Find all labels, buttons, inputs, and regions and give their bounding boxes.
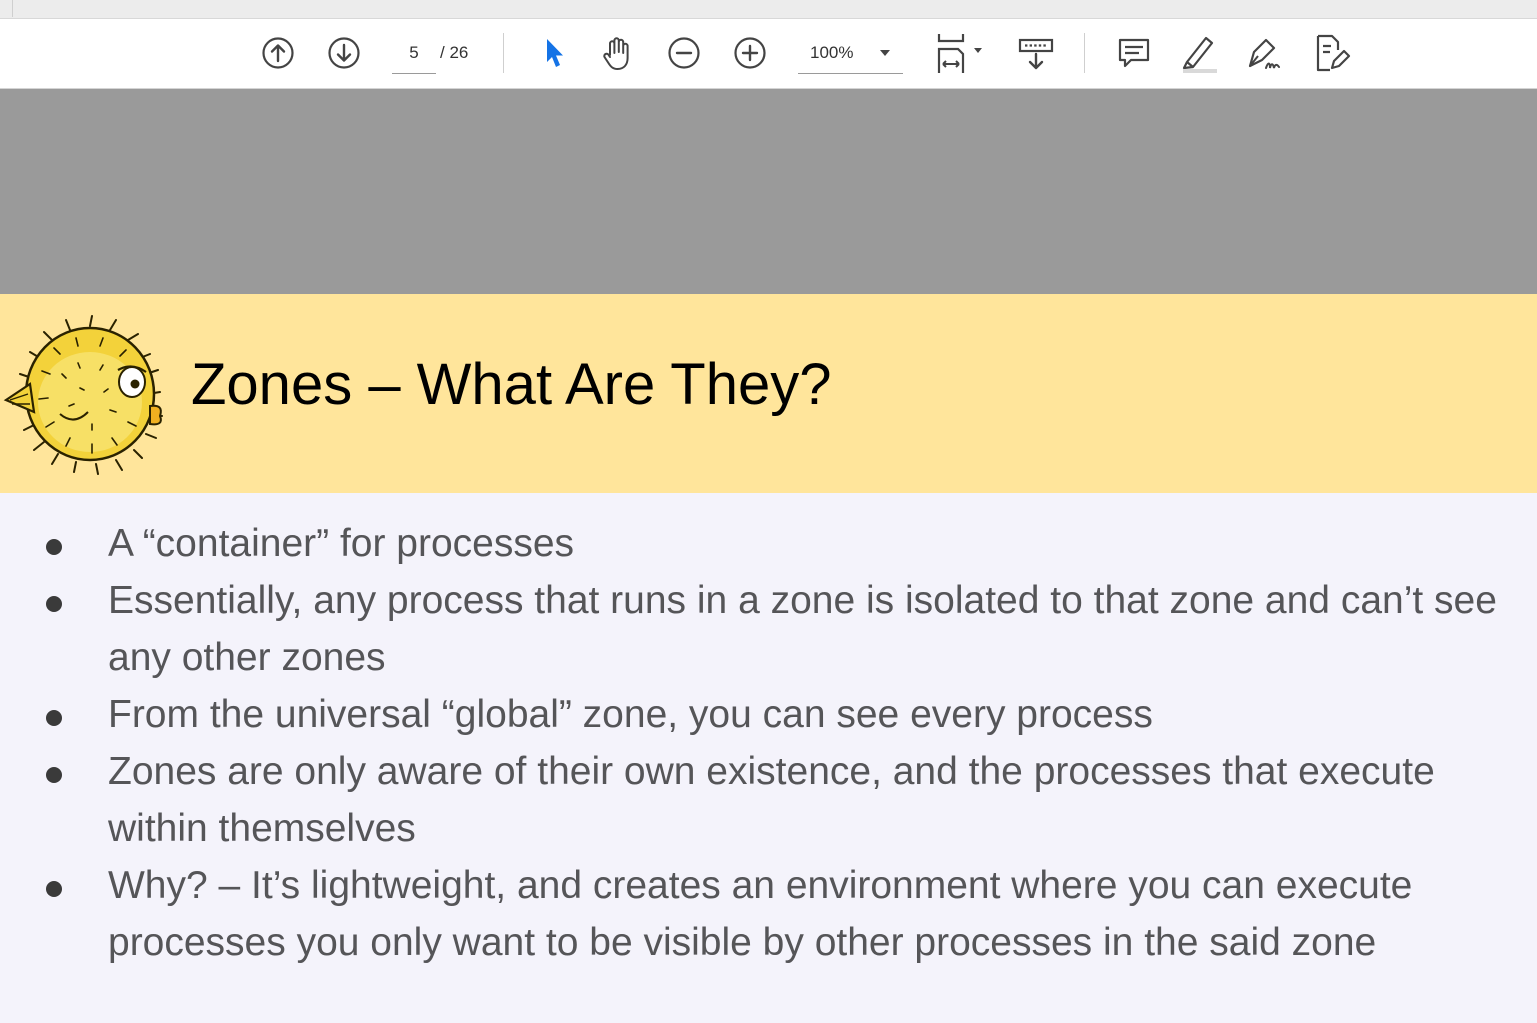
zoom-level-value: 100%: [810, 43, 854, 62]
arrow-down-circle-icon: [328, 37, 360, 69]
next-page-button[interactable]: [326, 35, 362, 71]
bullet-icon: [46, 539, 62, 555]
list-item: Essentially, any process that runs in a …: [0, 572, 1537, 686]
bullet-text: Why? – It’s lightweight, and creates an …: [108, 864, 1413, 964]
window-top-strip: [0, 0, 1537, 19]
comment-icon: [1118, 38, 1150, 68]
plus-circle-icon: [734, 37, 766, 69]
pufferfish-logo: [3, 315, 163, 475]
select-tool-button[interactable]: [536, 33, 570, 73]
slide-body: A “container” for processes Essentially,…: [0, 493, 1537, 1023]
sign-button[interactable]: [1244, 31, 1286, 75]
toolbar-divider: [1084, 33, 1085, 73]
bullet-icon: [46, 767, 62, 783]
chevron-down-icon: [880, 50, 890, 56]
bullet-text: Zones are only aware of their own existe…: [108, 750, 1435, 850]
fit-page-button[interactable]: [932, 31, 988, 75]
cursor-arrow-icon: [547, 39, 563, 67]
bullet-list: A “container” for processes Essentially,…: [0, 515, 1537, 971]
list-item: Zones are only aware of their own existe…: [0, 743, 1537, 857]
comment-button[interactable]: [1114, 33, 1154, 73]
bullet-text: From the universal “global” zone, you ca…: [108, 693, 1153, 736]
sign-pen-icon: [1248, 38, 1280, 69]
slide-title-bar: Zones – What Are They?: [0, 294, 1537, 493]
minus-circle-icon: [668, 37, 700, 69]
slide-title: Zones – What Are They?: [191, 352, 832, 417]
tab-strip: [12, 0, 1537, 17]
list-item: Why? – It’s lightweight, and creates an …: [0, 857, 1537, 971]
zoom-out-button[interactable]: [666, 35, 702, 71]
bullet-text: A “container” for processes: [108, 522, 575, 565]
bullet-icon: [46, 881, 62, 897]
list-item: From the universal “global” zone, you ca…: [0, 686, 1537, 743]
zoom-in-button[interactable]: [732, 35, 768, 71]
zoom-level-dropdown[interactable]: 100%: [798, 33, 903, 74]
hand-tool-button[interactable]: [598, 33, 638, 73]
document-gap: [0, 89, 1537, 294]
list-item: A “container” for processes: [0, 515, 1537, 572]
edit-pdf-button[interactable]: [1310, 31, 1352, 75]
page-total-label: / 26: [440, 43, 469, 62]
bullet-text: Essentially, any process that runs in a …: [108, 579, 1497, 679]
bullet-icon: [46, 710, 62, 726]
previous-page-button[interactable]: [260, 35, 296, 71]
toolbar-divider: [503, 33, 504, 73]
hand-icon: [603, 37, 629, 70]
highlight-button[interactable]: [1178, 31, 1220, 75]
scroll-mode-button[interactable]: [1014, 33, 1058, 75]
highlighter-icon: [1182, 36, 1217, 73]
page-number-input[interactable]: 5: [392, 33, 436, 74]
bullet-icon: [46, 596, 62, 612]
arrow-up-circle-icon: [262, 37, 294, 69]
scroll-mode-icon: [1018, 38, 1054, 70]
edit-document-icon: [1316, 34, 1351, 72]
pdf-toolbar: 5 / 26 100%: [0, 19, 1537, 89]
fit-page-icon: [937, 34, 982, 73]
